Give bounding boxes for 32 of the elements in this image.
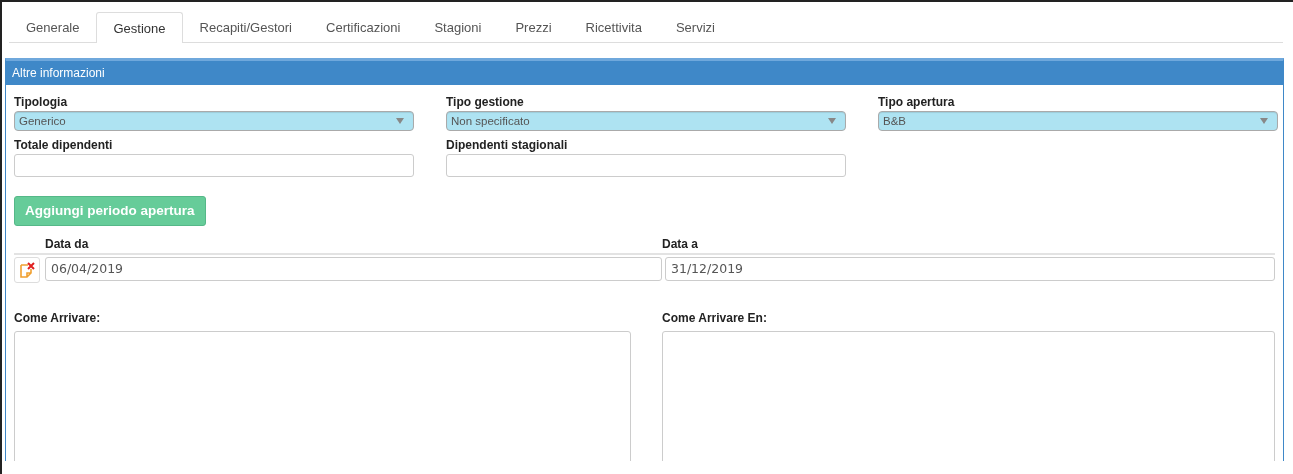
tab[interactable]: Prezzi [498, 12, 569, 42]
tab[interactable]: Generale [9, 12, 97, 42]
text-area[interactable] [14, 331, 631, 461]
tab[interactable]: Gestione [96, 12, 183, 43]
tab[interactable]: Stagioni [417, 12, 499, 42]
input-field[interactable] [446, 154, 846, 177]
select-field[interactable]: Non specificato [446, 111, 846, 131]
tab[interactable]: Certificazioni [309, 12, 418, 42]
field-label: Tipo gestione [446, 94, 525, 111]
tab[interactable]: Servizi [658, 12, 732, 42]
field-label: Tipo apertura [878, 94, 956, 111]
column-header: Data da [45, 237, 89, 252]
field-label: Come Arrivare: [14, 310, 102, 327]
text-area[interactable] [662, 331, 1275, 461]
caret-icon [828, 118, 836, 124]
select-field[interactable]: B&B [878, 111, 1278, 131]
input-field[interactable] [14, 154, 414, 177]
date-field[interactable]: 06/04/2019 [45, 257, 662, 281]
caret-icon [1260, 118, 1268, 124]
date-field[interactable]: 31/12/2019 [665, 257, 1275, 281]
field-label: Come Arrivare En: [662, 310, 768, 327]
select-field[interactable]: Generico [14, 111, 414, 131]
tab[interactable]: Ricettivita [568, 12, 659, 42]
tab[interactable]: Recapiti/Gestori [182, 12, 309, 42]
delete-button[interactable] [14, 257, 40, 283]
note-delete-icon [19, 262, 35, 278]
panel-header: Altre informazioni [6, 61, 1283, 85]
field-label: Tipologia [14, 94, 69, 111]
caret-icon [396, 118, 404, 124]
field-label: Totale dipendenti [14, 137, 114, 154]
column-header: Data a [662, 237, 699, 252]
field-label: Dipendenti stagionali [446, 137, 569, 154]
